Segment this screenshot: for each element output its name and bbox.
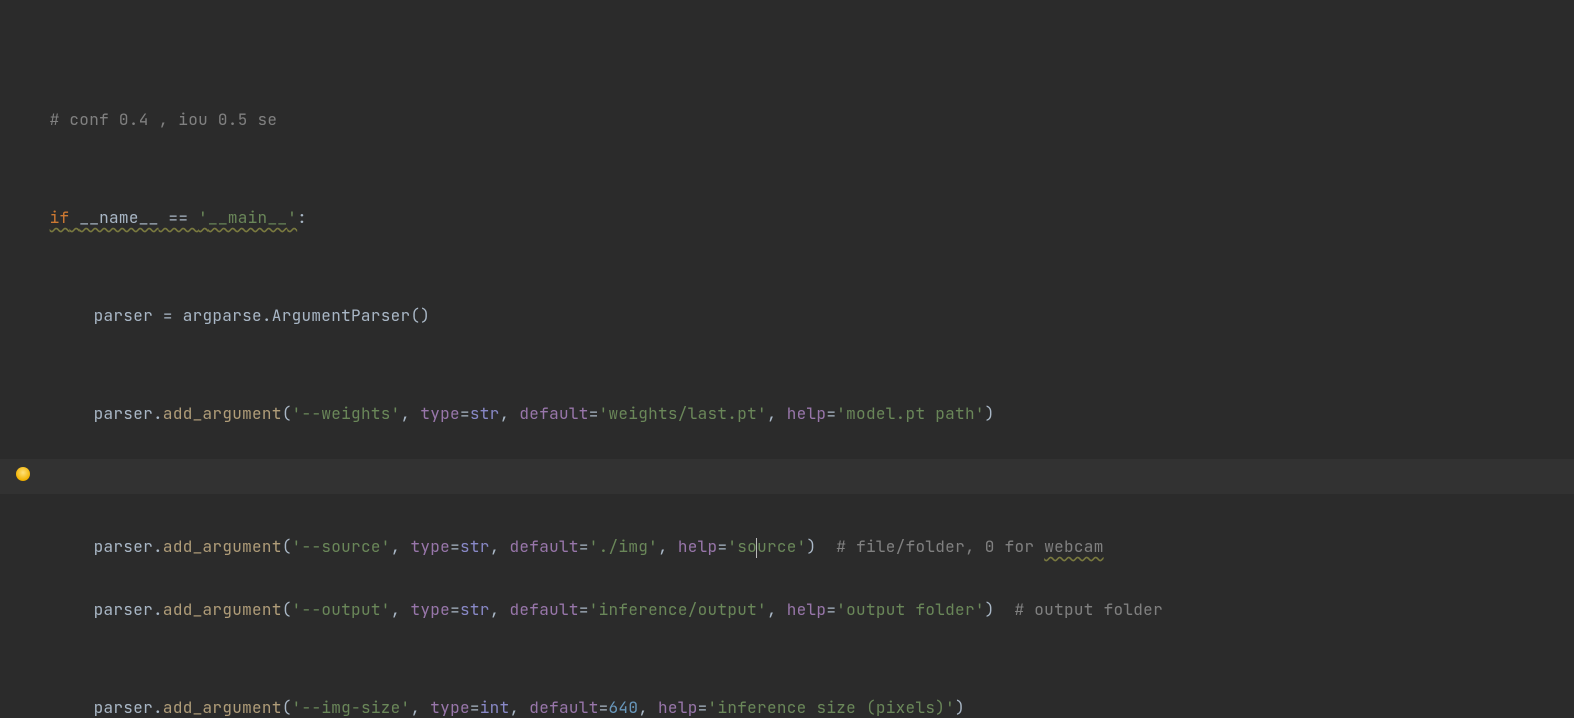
dunder-main: __main__ [208, 207, 287, 228]
code-line-3[interactable]: parser = argparse.ArgumentParser() [0, 263, 1574, 298]
code-line-2[interactable]: if __name__ == '__main__': [0, 165, 1574, 200]
comment: # conf 0.4 , iou 0.5 se [50, 109, 278, 130]
code-editor[interactable]: # conf 0.4 , iou 0.5 se if __name__ == '… [0, 0, 1574, 718]
code-line-6[interactable]: parser.add_argument('--output', type=str… [0, 557, 1574, 592]
code-line-7[interactable]: parser.add_argument('--img-size', type=i… [0, 655, 1574, 690]
statement: parser = argparse.ArgumentParser() [94, 305, 431, 326]
lightbulb-icon[interactable] [16, 467, 30, 481]
keyword-if: if [50, 207, 70, 228]
code-line-4[interactable]: parser.add_argument('--weights', type=st… [0, 361, 1574, 396]
gutter [0, 459, 42, 494]
code-line-5-active[interactable]: parser.add_argument('--source', type=str… [0, 459, 1574, 494]
dunder-name: __name__ [79, 207, 158, 228]
code-line-1[interactable]: # conf 0.4 , iou 0.5 se [0, 67, 1574, 102]
